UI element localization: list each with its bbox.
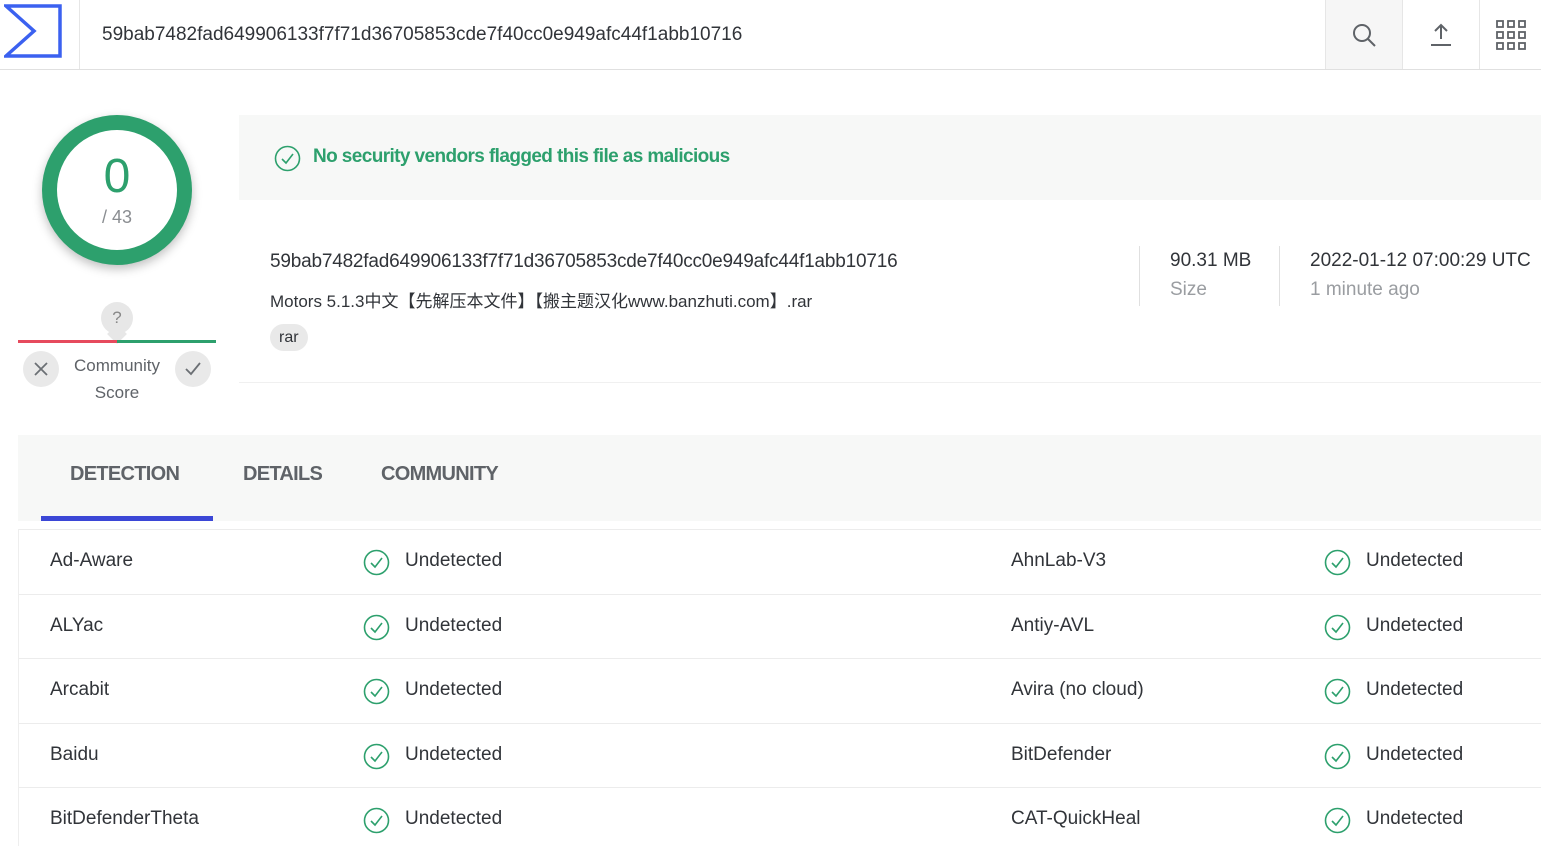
table-row: Arcabit Undetected Avira (no cloud) Undetec… (19, 658, 1541, 723)
active-tab-indicator (41, 516, 213, 521)
file-info-panel: 59bab7482fad649906133f7f71d36705853cde7f… (239, 200, 1541, 383)
vendor-name: AhnLab-V3 (1011, 550, 1107, 571)
file-name: Motors 5.1.3中文【先解压本文件】【搬主题汉化www.banzhuti… (270, 292, 813, 311)
community-score-unknown-badge: ? (101, 302, 133, 334)
vendor-name: Antiy-AVL (1011, 614, 1095, 636)
upload-button[interactable] (1402, 0, 1479, 69)
apps-button[interactable] (1479, 0, 1541, 69)
check-circle-icon (1324, 614, 1351, 646)
apps-grid-icon (1495, 19, 1526, 50)
verdict-banner: No security vendors flagged this file as… (239, 115, 1541, 200)
detection-result: Undetected (405, 550, 503, 571)
detection-result: Undetected (1366, 550, 1464, 571)
search-input[interactable] (80, 0, 1325, 69)
vote-harmless-button[interactable] (175, 351, 211, 387)
check-circle-icon (363, 614, 390, 646)
vendor-name: ALYac (50, 614, 104, 636)
vendor-name: BitDefenderTheta (50, 808, 199, 829)
check-circle-icon (274, 145, 301, 172)
engine-total: / 43 (101, 207, 133, 227)
check-circle-icon (1324, 678, 1351, 710)
check-circle-icon (363, 743, 390, 775)
verdict-message: No security vendors flagged this file as… (313, 146, 730, 167)
community-score-positive-bar (117, 340, 216, 343)
upload-icon (1431, 23, 1451, 46)
detection-result: Undetected (405, 614, 503, 636)
tab-community[interactable]: COMMUNITY (381, 463, 499, 486)
tab-detection[interactable]: DETECTION (70, 463, 180, 486)
detection-score: 0 / 43 (42, 115, 192, 265)
community-score-negative-bar (18, 340, 117, 343)
detection-result: Undetected (405, 743, 503, 765)
close-icon (34, 362, 48, 376)
top-bar (0, 0, 1541, 70)
detection-result: Undetected (1366, 614, 1464, 636)
table-row: BitDefenderTheta Undetected CAT-QuickHeal U… (19, 787, 1541, 846)
vendor-name: Baidu (50, 743, 99, 765)
community-score-label: Community Score (74, 356, 160, 402)
check-circle-icon (363, 807, 390, 839)
divider (1139, 246, 1140, 306)
virustotal-logo-icon[interactable] (0, 0, 80, 69)
check-circle-icon (1324, 549, 1351, 581)
table-row: Baidu Undetected BitDefender Undetected (19, 722, 1541, 788)
file-size-label: Size (1170, 279, 1207, 300)
vote-malicious-button[interactable] (23, 351, 59, 387)
check-circle-icon (363, 678, 390, 710)
table-row: ALYac Undetected Antiy-AVL Undetected (19, 593, 1541, 659)
vendor-name: Ad-Aware (50, 550, 134, 571)
table-row: Ad-Aware Undetected AhnLab-V3 Undetected (19, 529, 1541, 594)
checkmark-icon (185, 362, 201, 376)
detection-result: Undetected (405, 808, 503, 829)
file-hash[interactable]: 59bab7482fad649906133f7f71d36705853cde7f… (270, 251, 898, 273)
detection-result: Undetected (1366, 679, 1464, 700)
detection-result: Undetected (405, 679, 503, 700)
check-circle-icon (1324, 743, 1351, 775)
detection-result: Undetected (1366, 743, 1464, 765)
detection-table: Ad-Aware Undetected AhnLab-V3 Undetected ALY… (18, 529, 1541, 846)
report-tabs: DETECTION DETAILS COMMUNITY (18, 435, 1541, 521)
vendor-name: BitDefender (1011, 743, 1112, 765)
tab-details[interactable]: DETAILS (243, 463, 323, 486)
detection-result: Undetected (1366, 808, 1464, 829)
file-size: 90.31 MB (1170, 250, 1252, 271)
search-button[interactable] (1325, 0, 1402, 69)
check-circle-icon (1324, 807, 1351, 839)
vendor-name: Arcabit (50, 679, 110, 700)
file-type-tag[interactable]: rar (270, 324, 308, 351)
vendor-name: Avira (no cloud) (1011, 679, 1144, 700)
divider (1279, 246, 1280, 306)
analysis-date: 2022-01-12 07:00:29 UTC (1310, 250, 1531, 271)
check-circle-icon (363, 549, 390, 581)
analysis-date-relative: 1 minute ago (1310, 279, 1420, 300)
vendor-name: CAT-QuickHeal (1011, 808, 1141, 829)
search-icon (1353, 23, 1376, 47)
detection-count: 0 (103, 150, 131, 203)
